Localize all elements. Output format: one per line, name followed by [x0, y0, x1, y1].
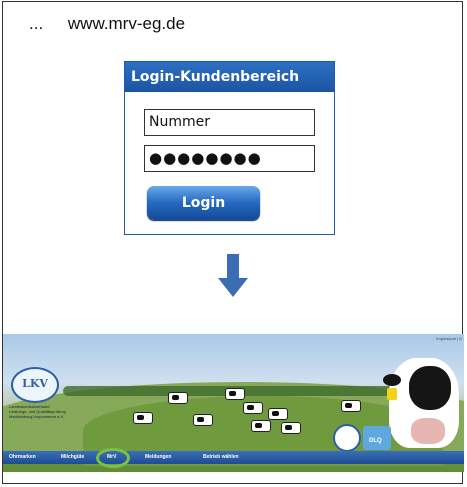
nav-item-betrieb-waehlen[interactable]: Betrieb wählen [203, 454, 239, 460]
cow [193, 414, 213, 426]
impressum-link[interactable]: Impressum | K [436, 336, 462, 341]
login-panel: Login-Kundenbereich Nummer ●●●●●●●● Logi… [124, 61, 335, 235]
ear-tag-icon [387, 388, 397, 400]
cow [243, 402, 263, 414]
cow [168, 392, 188, 404]
website-screenshot: Impressum | K LKV Landeskontrollverband … [3, 334, 464, 472]
organization-name: Landeskontrollverband Leistungs- und Qua… [9, 404, 66, 419]
website-url[interactable]: www.mrv-eg.de [68, 14, 185, 33]
login-button[interactable]: Login [147, 186, 260, 220]
dlq-logo: DLQ [363, 426, 391, 450]
lkv-logo[interactable]: LKV [11, 367, 59, 403]
nav-item-meldungen[interactable]: Meldungen [145, 454, 171, 460]
cow-portrait [383, 358, 459, 448]
url-line: ... www.mrv-eg.de [29, 14, 185, 34]
cow [251, 420, 271, 432]
cow [225, 388, 245, 400]
cow [133, 412, 153, 424]
website-nav-bar: Ohrmarken Milchgüte MrV Meldungen Betrie… [3, 451, 464, 464]
highlight-circle [96, 448, 130, 468]
arrow-down-icon [218, 254, 248, 297]
cow [281, 422, 301, 434]
cow [341, 400, 361, 412]
illustration-frame: ... www.mrv-eg.de Login-Kundenbereich Nu… [2, 1, 464, 484]
nav-item-ohrmarken[interactable]: Ohrmarken [9, 454, 36, 460]
ellipsis: ... [29, 14, 44, 33]
login-title: Login-Kundenbereich [125, 62, 334, 92]
nav-item-milchguete[interactable]: Milchgüte [61, 454, 84, 460]
cow [268, 408, 288, 420]
password-input[interactable]: ●●●●●●●● [144, 145, 315, 172]
customer-number-input[interactable]: Nummer [144, 109, 315, 136]
certification-seal-icon [333, 424, 361, 452]
